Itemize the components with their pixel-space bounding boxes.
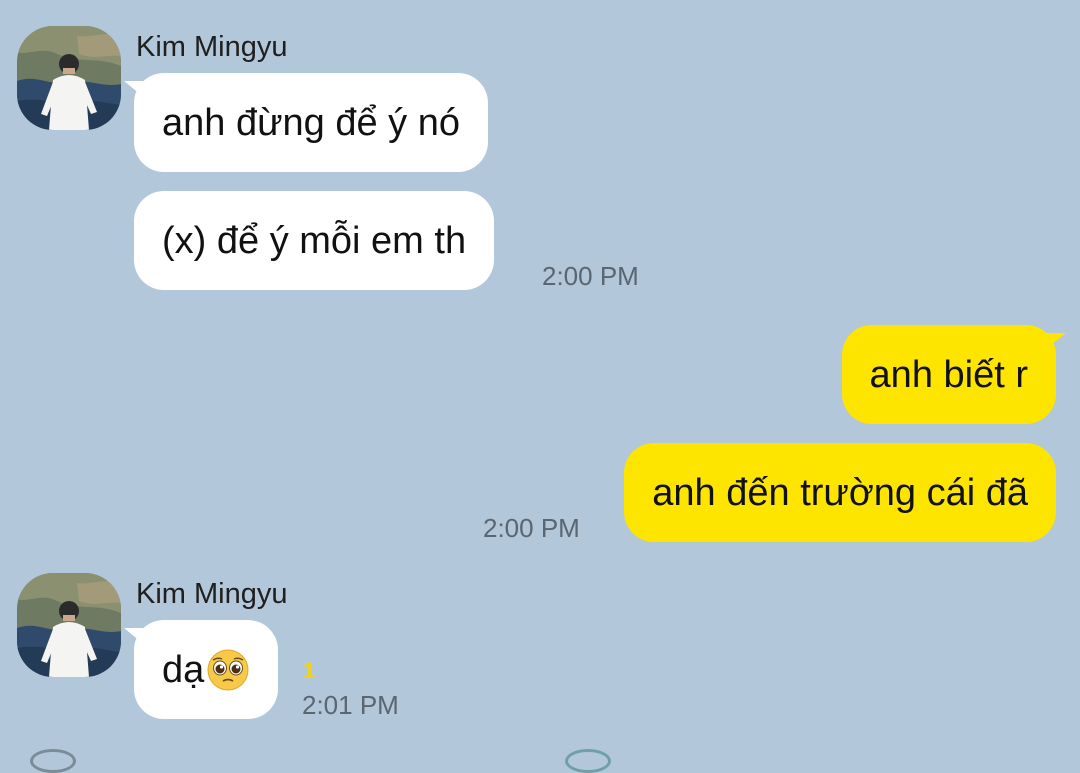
sender-avatar[interactable] [17, 573, 121, 677]
bubble-tail [124, 628, 146, 646]
message-text: anh đến trường cái đã [652, 471, 1028, 514]
message-text: anh biết r [869, 353, 1028, 396]
incoming-message-bubble[interactable]: (x) để ý mỗi em th [134, 191, 495, 290]
bubble-tail [124, 81, 146, 99]
sender-avatar[interactable] [17, 26, 121, 130]
profile-photo-icon [17, 26, 121, 130]
sender-name: Kim Mingyu [136, 578, 288, 610]
message-text: (x) để ý mỗi em th [162, 219, 467, 262]
pleading-face-emoji [207, 649, 249, 690]
incoming-message-bubble[interactable]: dạ [124, 620, 279, 719]
message-time: 2:01 PM [302, 690, 399, 720]
chat-conversation: Kim Mingyu anh đừng để ý nó (x) để ý mỗi… [0, 0, 1080, 773]
message-time: 2:00 PM [542, 261, 639, 291]
message-time: 2:00 PM [483, 513, 580, 543]
profile-photo-icon [17, 573, 121, 677]
outgoing-message-bubble[interactable]: anh đến trường cái đã [624, 443, 1056, 542]
message-text: anh đừng để ý nó [162, 101, 461, 144]
sender-name: Kim Mingyu [136, 31, 288, 63]
incoming-message-bubble[interactable]: anh đừng để ý nó [124, 73, 489, 172]
outgoing-message-bubble[interactable]: anh biết r [841, 325, 1066, 424]
bubble-tail [1044, 333, 1066, 351]
unread-count: 1 [303, 658, 316, 683]
message-text: dạ [162, 648, 205, 691]
